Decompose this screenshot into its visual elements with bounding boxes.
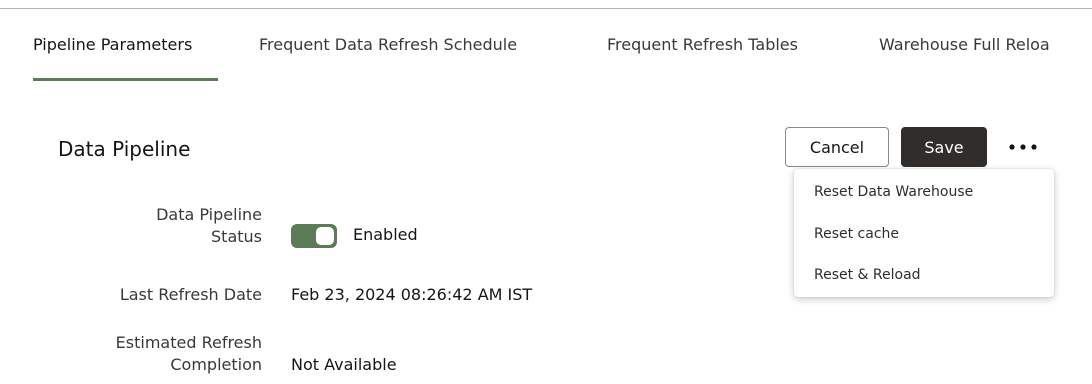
estimated-completion-label-line2: Completion	[170, 355, 262, 374]
estimated-completion-label: Estimated Refresh Completion	[116, 332, 262, 376]
menu-item-reset-data-warehouse[interactable]: Reset Data Warehouse	[794, 172, 1054, 212]
toggle-knob	[316, 227, 334, 245]
status-label-line2: Status	[211, 227, 262, 246]
estimated-completion-label-line1: Estimated Refresh	[115, 333, 262, 352]
status-value: Enabled	[353, 225, 418, 244]
save-button[interactable]: Save	[901, 127, 987, 167]
last-refresh-value: Feb 23, 2024 08:26:42 AM IST	[291, 285, 533, 304]
menu-item-reset-cache[interactable]: Reset cache	[794, 214, 1054, 254]
status-label: Data Pipeline Status	[156, 204, 262, 248]
tab-warehouse-full-reload[interactable]: Warehouse Full Reloa	[879, 35, 1050, 54]
menu-item-reset-and-reload[interactable]: Reset & Reload	[794, 255, 1054, 295]
more-actions-menu: Reset Data Warehouse Reset cache Reset &…	[794, 169, 1054, 297]
tab-frequent-refresh-tables[interactable]: Frequent Refresh Tables	[607, 35, 798, 54]
tab-pipeline-parameters[interactable]: Pipeline Parameters	[33, 35, 192, 54]
data-pipeline-page: Pipeline Parameters Frequent Data Refres…	[0, 0, 1092, 384]
cancel-button[interactable]: Cancel	[785, 127, 889, 167]
estimated-completion-value: Not Available	[291, 355, 397, 374]
page-title: Data Pipeline	[58, 137, 191, 161]
tab-bar: Pipeline Parameters Frequent Data Refres…	[0, 9, 1092, 89]
more-actions-button[interactable]	[1003, 130, 1043, 164]
pipeline-status-toggle[interactable]	[291, 224, 337, 248]
last-refresh-label: Last Refresh Date	[119, 285, 262, 304]
tab-frequent-data-refresh-schedule[interactable]: Frequent Data Refresh Schedule	[259, 35, 517, 54]
status-label-line1: Data Pipeline	[156, 205, 262, 224]
more-horizontal-icon	[1009, 144, 1037, 150]
active-tab-indicator	[33, 78, 218, 81]
